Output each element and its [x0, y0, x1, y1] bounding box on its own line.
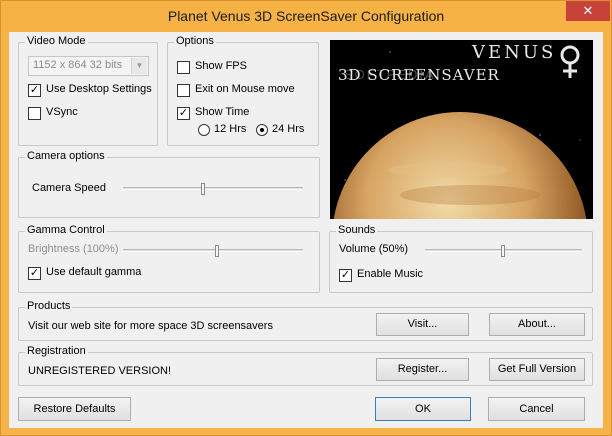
visit-button[interactable]: Visit...	[376, 313, 469, 336]
show-time-label: Show Time	[195, 106, 250, 118]
resolution-select[interactable]: 1152 x 864 32 bits ▼	[28, 56, 149, 76]
enable-music-checkbox[interactable]: ✓	[339, 269, 352, 282]
brightness-thumb[interactable]	[215, 245, 219, 257]
camera-options-group: Camera options Camera Speed	[18, 150, 320, 218]
brightness-slider[interactable]	[123, 245, 303, 259]
chevron-down-icon: ▼	[131, 58, 147, 74]
window-title: Planet Venus 3D ScreenSaver Configuratio…	[167, 8, 445, 24]
show-time-checkbox[interactable]: ✓	[177, 107, 190, 120]
camera-speed-track	[123, 187, 303, 190]
sounds-group: Sounds Volume (50%) ✓ Enable Music	[329, 224, 593, 293]
use-desktop-settings-checkbox[interactable]: ✓	[28, 84, 41, 97]
volume-slider[interactable]	[425, 245, 582, 259]
camera-speed-thumb[interactable]	[201, 183, 205, 195]
gamma-control-label: Gamma Control	[25, 224, 107, 236]
products-label: Products	[25, 300, 73, 312]
volume-thumb[interactable]	[501, 245, 505, 257]
use-default-gamma-checkbox[interactable]: ✓	[28, 267, 41, 280]
volume-label: Volume (50%)	[339, 243, 409, 255]
enable-music-label: Enable Music	[357, 268, 424, 280]
close-button[interactable]: ✕	[566, 1, 610, 21]
video-mode-label: Video Mode	[25, 35, 88, 47]
exit-on-mouse-move-checkbox[interactable]	[177, 84, 190, 97]
use-default-gamma-label: Use default gamma	[46, 266, 142, 278]
time-24h-radio[interactable]	[256, 124, 268, 136]
registration-group: Registration UNREGISTERED VERSION! Regis…	[18, 345, 593, 386]
brightness-track	[123, 249, 303, 252]
camera-options-label: Camera options	[25, 150, 107, 162]
gamma-control-group: Gamma Control Brightness (100%) ✓ Use de…	[18, 224, 320, 293]
registration-label: Registration	[25, 345, 88, 357]
dialog-client-area: Video Mode 1152 x 864 32 bits ▼ ✓ Use De…	[9, 32, 603, 428]
restore-defaults-button[interactable]: Restore Defaults	[18, 397, 131, 421]
venus-symbol-icon	[560, 45, 580, 78]
registration-status: UNREGISTERED VERSION!	[28, 365, 172, 377]
resolution-value: 1152 x 864 32 bits	[33, 59, 123, 71]
show-fps-checkbox[interactable]	[177, 61, 190, 74]
venus-preview-image: SOFTPEDIA VENUS 3D SCREENSAVER	[330, 40, 593, 219]
time-12h-radio[interactable]	[198, 124, 210, 136]
options-group: Options Show FPS Exit on Mouse move ✓ Sh…	[167, 35, 319, 146]
cancel-button[interactable]: Cancel	[488, 397, 585, 421]
get-full-version-button[interactable]: Get Full Version	[489, 358, 585, 381]
about-button[interactable]: About...	[489, 313, 585, 336]
use-desktop-settings-label: Use Desktop Settings	[46, 83, 152, 95]
time-24h-label: 24 Hrs	[272, 123, 305, 135]
brightness-label: Brightness (100%)	[28, 243, 119, 255]
register-button[interactable]: Register...	[376, 358, 469, 381]
options-label: Options	[174, 35, 216, 47]
products-group: Products Visit our web site for more spa…	[18, 300, 593, 341]
vsync-checkbox[interactable]	[28, 107, 41, 120]
dialog-window: Planet Venus 3D ScreenSaver Configuratio…	[0, 0, 612, 436]
exit-on-mouse-move-label: Exit on Mouse move	[195, 83, 295, 95]
ok-button[interactable]: OK	[375, 397, 471, 421]
logo-title: VENUS	[472, 42, 557, 63]
sounds-label: Sounds	[336, 224, 378, 236]
show-fps-label: Show FPS	[195, 60, 247, 72]
products-text: Visit our web site for more space 3D scr…	[28, 320, 273, 332]
title-bar[interactable]: Planet Venus 3D ScreenSaver Configuratio…	[1, 1, 611, 32]
vsync-label: VSync	[46, 106, 78, 118]
camera-speed-slider[interactable]	[123, 183, 303, 197]
logo-subtitle: 3D SCREENSAVER	[338, 66, 500, 84]
camera-speed-label: Camera Speed	[32, 182, 106, 194]
video-mode-group: Video Mode 1152 x 864 32 bits ▼ ✓ Use De…	[18, 35, 158, 146]
time-12h-label: 12 Hrs	[214, 123, 247, 135]
